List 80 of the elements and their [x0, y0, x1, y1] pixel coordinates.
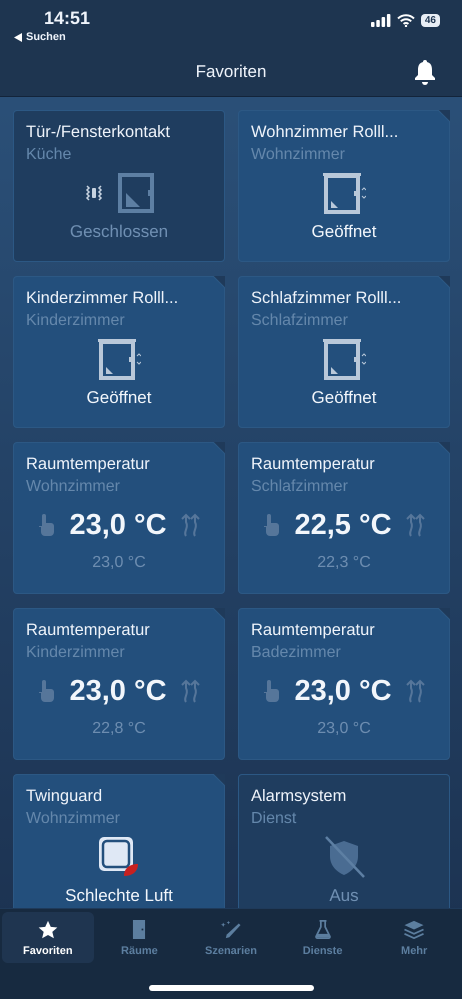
device-card[interactable]: Raumtemperatur Schlafzimmer 22,5 °C 22,3 °C: [238, 442, 450, 594]
device-name: Raumtemperatur: [26, 621, 151, 640]
folded-corner-icon: [213, 774, 225, 786]
room-name: Kinderzimmer: [26, 644, 126, 662]
folded-corner-icon: [438, 608, 450, 620]
device-status: Geschlossen: [68, 222, 170, 242]
setpoint-temperature: 23,0 °C: [69, 508, 167, 542]
battery-level: 46: [420, 14, 440, 27]
room-name: Wohnzimmer: [26, 810, 121, 828]
folded-corner-icon: [213, 608, 225, 620]
signal-icon: [370, 14, 391, 27]
setpoint-temperature: 22,5 °C: [294, 508, 392, 542]
device-name: Tür-/Fensterkontakt: [26, 123, 171, 142]
setpoint-temperature: 23,0 °C: [294, 674, 392, 708]
hand-icon: [262, 680, 280, 702]
heat-arrows-icon: [180, 679, 201, 703]
device-card[interactable]: Tür-/Fensterkontakt Küche Geschlossen: [13, 110, 225, 262]
hand-icon: [37, 514, 56, 536]
device-card[interactable]: Raumtemperatur Badezimmer 23,0 °C 23,0 °C: [238, 608, 450, 760]
layers-icon: [402, 920, 426, 939]
shutter-window-icon: [97, 338, 141, 380]
shield-off-icon: [322, 835, 366, 879]
device-status: Schlechte Luft: [64, 886, 174, 906]
setpoint-temperature: 23,0 °C: [69, 674, 167, 708]
device-card[interactable]: Kinderzimmer Rolll... Kinderzimmer Geöffnet: [13, 276, 225, 428]
folded-corner-icon: [438, 110, 450, 122]
heat-arrows-icon: [406, 513, 426, 537]
clock-time: 14:51: [43, 8, 90, 29]
magic-wand-icon: [218, 920, 243, 939]
flask-icon: [312, 920, 333, 939]
room-name: Wohnzimmer: [251, 146, 346, 164]
bell-icon[interactable]: [414, 59, 436, 85]
device-card[interactable]: Schlafzimmer Rolll... Schlafzimmer Geöffnet: [238, 276, 450, 428]
current-temperature: 23,0 °C: [91, 554, 147, 572]
current-temperature: 23,0 °C: [316, 720, 372, 738]
room-name: Küche: [26, 146, 72, 164]
device-name: Raumtemperatur: [26, 455, 151, 474]
folded-corner-icon: [438, 442, 450, 454]
device-status: Geöffnet: [86, 388, 152, 408]
device-status: Geöffnet: [310, 388, 378, 408]
shutter-window-icon: [322, 172, 366, 214]
folded-corner-icon: [438, 276, 450, 288]
heat-arrows-icon: [406, 679, 426, 703]
back-link[interactable]: Suchen: [14, 31, 90, 43]
device-card[interactable]: Raumtemperatur Kinderzimmer 23,0 °C 22,8 °C: [13, 608, 225, 760]
door-icon: [132, 920, 146, 939]
device-name: Twinguard: [26, 787, 104, 806]
folded-corner-icon: [213, 442, 225, 454]
tab-bar-item[interactable]: Favoriten: [2, 912, 94, 963]
device-status: Geöffnet: [310, 222, 378, 242]
wifi-icon: [396, 14, 415, 27]
air-sensor-icon: [98, 836, 140, 878]
current-temperature: 22,3 °C: [316, 554, 372, 572]
device-card[interactable]: Raumtemperatur Wohnzimmer 23,0 °C 23,0 °C: [13, 442, 225, 594]
hand-icon: [262, 514, 280, 536]
device-name: Wohnzimmer Rolll...: [251, 123, 400, 142]
device-card[interactable]: Wohnzimmer Rolll... Wohnzimmer Geöffnet: [238, 110, 450, 262]
room-name: Kinderzimmer: [26, 312, 126, 330]
device-card[interactable]: Alarmsystem Dienst Aus: [238, 774, 450, 908]
page-title: Favoriten: [196, 62, 266, 82]
heat-arrows-icon: [180, 513, 201, 537]
room-name: Dienst: [251, 810, 298, 828]
room-name: Wohnzimmer: [26, 478, 121, 496]
device-status: Aus: [328, 886, 360, 906]
device-name: Raumtemperatur: [251, 455, 376, 474]
device-name: Schlafzimmer Rolll...: [251, 289, 402, 308]
vibration-icon: [84, 184, 104, 202]
device-name: Alarmsystem: [251, 787, 348, 806]
current-temperature: 22,8 °C: [91, 720, 147, 738]
device-name: Kinderzimmer Rolll...: [26, 289, 180, 308]
window-icon: [118, 173, 154, 213]
room-name: Schlafzimmer: [251, 478, 349, 496]
device-card[interactable]: Twinguard Wohnzimmer Schlechte Luft: [13, 774, 225, 908]
folded-corner-icon: [213, 276, 225, 288]
room-name: Schlafzimmer: [251, 312, 349, 330]
hand-icon: [37, 680, 56, 702]
device-name: Raumtemperatur: [251, 621, 376, 640]
shutter-window-icon: [322, 338, 366, 380]
room-name: Badezimmer: [251, 644, 342, 662]
back-arrow-icon: [14, 32, 22, 42]
